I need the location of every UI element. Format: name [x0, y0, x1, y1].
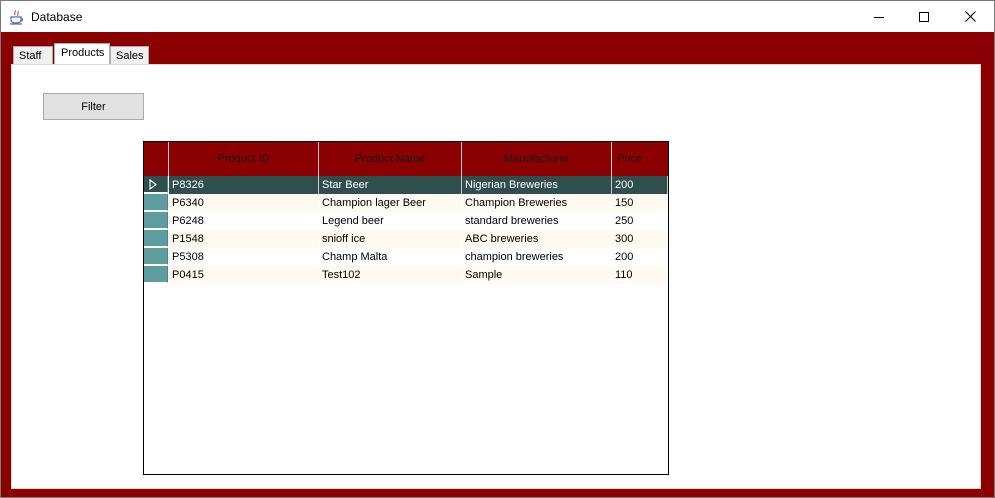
cell-price[interactable]: 300: [612, 230, 668, 248]
window-title: Database: [31, 10, 83, 24]
cell-manufacturer[interactable]: ABC breweries: [462, 230, 612, 248]
close-icon: [964, 11, 976, 22]
cell-product-id[interactable]: P6248: [169, 212, 319, 230]
table-row[interactable]: P6340 Champion lager Beer Champion Brewe…: [144, 194, 668, 212]
cell-price[interactable]: 110: [612, 266, 668, 284]
cell-product-id[interactable]: P0415: [169, 266, 319, 284]
column-header-price[interactable]: Price: [612, 142, 668, 176]
current-row-triangle-icon: [149, 179, 157, 190]
table-row[interactable]: P8326 Star Beer Nigerian Breweries 200: [144, 176, 668, 194]
cell-product-id[interactable]: P8326: [169, 176, 319, 194]
table-row[interactable]: P5308 Champ Malta champion breweries 200: [144, 248, 668, 266]
cell-product-name[interactable]: Champion lager Beer: [319, 194, 462, 212]
cell-price[interactable]: 200: [612, 248, 668, 266]
tab-products[interactable]: Products: [54, 43, 110, 65]
cell-product-id[interactable]: P6340: [169, 194, 319, 212]
cell-price[interactable]: 150: [612, 194, 668, 212]
row-header[interactable]: [144, 230, 168, 247]
cell-product-id[interactable]: P5308: [169, 248, 319, 266]
cell-product-name[interactable]: Star Beer: [319, 176, 462, 194]
table-row[interactable]: P0415 Test102 Sample 110: [144, 266, 668, 284]
maximize-icon: [919, 11, 929, 22]
grid-header-row: Product ID Product Name Manufacturer Pri…: [144, 142, 668, 176]
cell-manufacturer[interactable]: Sample: [462, 266, 612, 284]
table-row[interactable]: P6248 Legend beer standard breweries 250: [144, 212, 668, 230]
cell-product-name[interactable]: snioff ice: [319, 230, 462, 248]
row-header[interactable]: [144, 194, 168, 211]
row-header[interactable]: [144, 248, 168, 265]
column-header-manufacturer[interactable]: Manufacturer: [462, 142, 612, 176]
products-tab-panel: Filter Product ID Product Name Manufactu…: [11, 64, 981, 489]
column-header-product-id[interactable]: Product ID: [169, 142, 319, 176]
cell-manufacturer[interactable]: standard breweries: [462, 212, 612, 230]
app-window: Database Staff Products Sales Filter Pro…: [0, 0, 995, 498]
cell-manufacturer[interactable]: Champion Breweries: [462, 194, 612, 212]
products-grid[interactable]: Product ID Product Name Manufacturer Pri…: [143, 141, 669, 475]
row-header[interactable]: [144, 212, 168, 229]
cell-price[interactable]: 250: [612, 212, 668, 230]
cell-manufacturer[interactable]: Nigerian Breweries: [462, 176, 612, 194]
tab-strip: Staff Products Sales: [1, 32, 994, 65]
row-header[interactable]: [144, 176, 168, 193]
filter-button[interactable]: Filter: [43, 93, 144, 120]
row-header[interactable]: [144, 266, 168, 283]
grid-corner-header[interactable]: [144, 142, 169, 176]
cell-product-name[interactable]: Legend beer: [319, 212, 462, 230]
cell-product-id[interactable]: P1548: [169, 230, 319, 248]
tab-sales[interactable]: Sales: [110, 46, 149, 65]
minimize-icon: [874, 16, 884, 18]
minimize-button[interactable]: [856, 1, 902, 32]
title-bar[interactable]: Database: [1, 1, 994, 32]
column-header-product-name[interactable]: Product Name: [319, 142, 462, 176]
tab-staff[interactable]: Staff: [13, 46, 53, 65]
close-button[interactable]: [947, 1, 993, 32]
cell-price[interactable]: 200: [612, 176, 668, 194]
cell-product-name[interactable]: Champ Malta: [319, 248, 462, 266]
java-cup-icon: [9, 9, 25, 25]
maximize-button[interactable]: [901, 1, 947, 32]
cell-product-name[interactable]: Test102: [319, 266, 462, 284]
table-row[interactable]: P1548 snioff ice ABC breweries 300: [144, 230, 668, 248]
cell-manufacturer[interactable]: champion breweries: [462, 248, 612, 266]
